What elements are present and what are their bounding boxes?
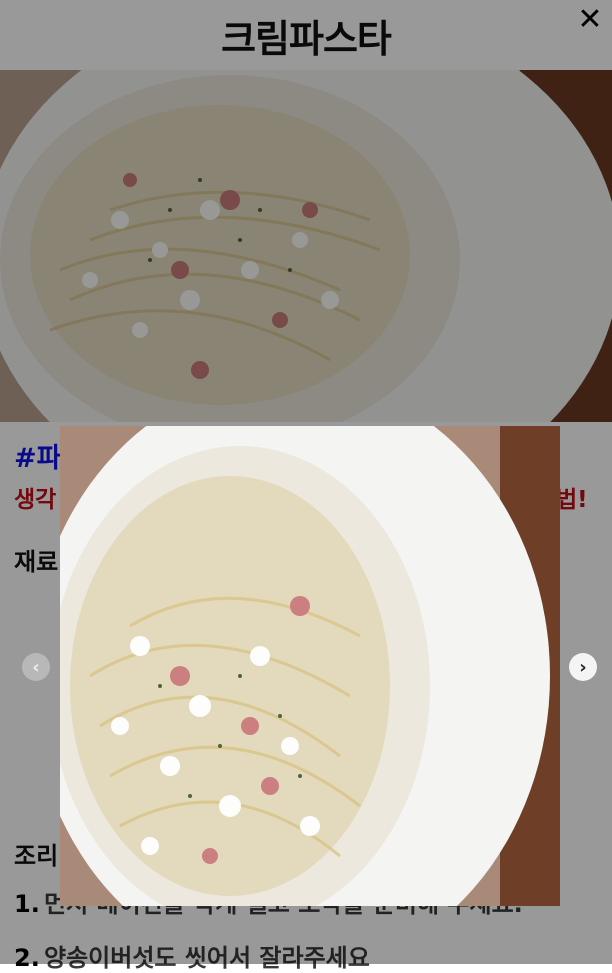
chevron-left-icon[interactable]: ‹	[22, 653, 50, 681]
chevron-right-icon[interactable]: ›	[569, 653, 597, 681]
lightbox-image	[60, 426, 560, 906]
